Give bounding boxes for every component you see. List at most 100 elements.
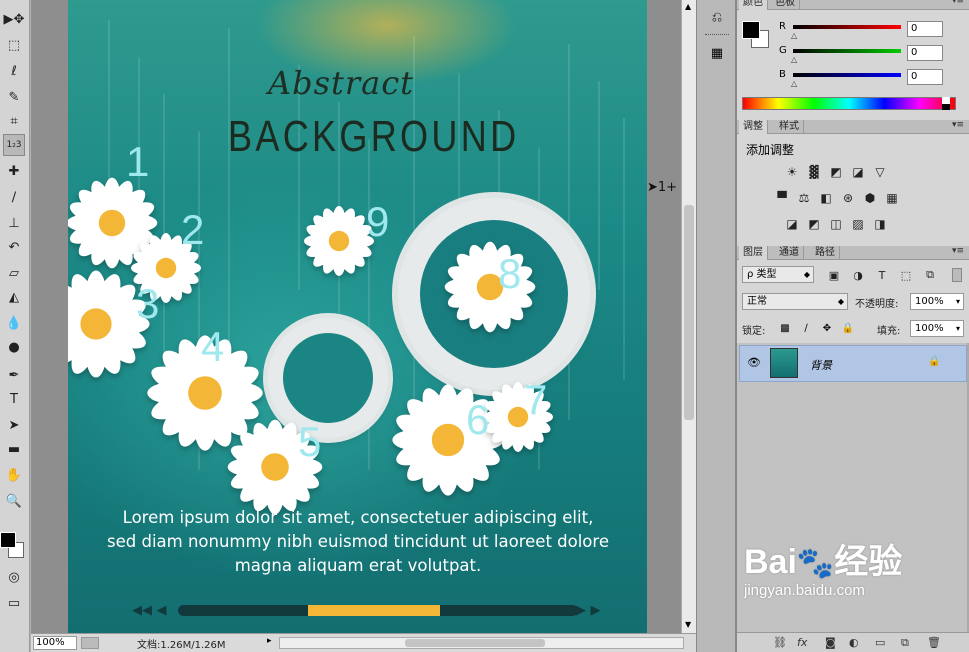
quick-select-tool-icon[interactable]: ✎ (3, 86, 25, 108)
count-marker[interactable]: 1 (126, 138, 149, 186)
layer-filter-select[interactable]: ρ 类型 ◆ (742, 266, 814, 283)
panel-menu-icon[interactable]: ▾≡ (952, 0, 964, 6)
green-slider[interactable]: G △ 0 (779, 45, 969, 65)
shape-tool-icon[interactable]: ▬ (3, 438, 25, 460)
blue-value-field[interactable]: 0 (907, 69, 943, 85)
count-tool-icon[interactable]: 1₂3 (3, 134, 25, 156)
brush-preset-icon[interactable]: ▦ (704, 40, 730, 66)
count-marker[interactable]: 2 (181, 206, 204, 254)
brush-tool-icon[interactable]: ∕ (3, 186, 25, 208)
document-canvas[interactable]: Abstract BACKGROUND 1234 5 67 8 9 Lorem ipsu… (68, 0, 647, 633)
bucket-tool-icon[interactable]: ◭ (3, 286, 25, 308)
filter-adjust-icon[interactable]: ◑ (849, 266, 867, 284)
status-preview-icon[interactable] (81, 637, 99, 649)
spectrum-black-chip[interactable] (942, 104, 950, 110)
selective-color-icon[interactable]: ◨ (871, 215, 889, 233)
zoom-tool-icon[interactable]: 🔍 (3, 490, 25, 512)
tab-color[interactable]: 颜色 (739, 0, 768, 10)
green-track[interactable] (793, 49, 901, 53)
foreground-color-swatch[interactable] (0, 532, 16, 548)
lock-position-icon[interactable]: ✥ (820, 321, 834, 335)
path-select-tool-icon[interactable]: ➤ (3, 414, 25, 436)
crop-tool-icon[interactable]: ⌗ (3, 110, 25, 132)
hsl-icon[interactable]: ▀ (773, 189, 791, 207)
lock-pixels-icon[interactable]: ∕ (799, 321, 813, 335)
vibrance-icon[interactable]: ▽ (871, 163, 889, 181)
color-lookup-icon[interactable]: ▦ (883, 189, 901, 207)
lock-all-icon[interactable]: 🔒 (841, 321, 855, 335)
color-fg-swatch[interactable] (742, 21, 760, 39)
layer-row-background[interactable]: 👁 背景 🔒 (739, 345, 967, 382)
blue-knob-icon[interactable]: △ (791, 79, 797, 88)
filter-type-icon[interactable]: T (873, 266, 891, 284)
filter-shape-icon[interactable]: ⬚ (897, 266, 915, 284)
scroll-down-icon[interactable]: ▼ (685, 620, 691, 629)
tab-layers[interactable]: 图层 (739, 246, 768, 260)
brightness-icon[interactable]: ☀ (783, 163, 801, 181)
trash-icon[interactable]: 🗑 (927, 636, 941, 649)
count-marker[interactable]: 4 (201, 323, 224, 371)
tab-styles[interactable]: 样式 (775, 120, 804, 134)
screen-mode-icon[interactable]: ▭ (3, 592, 25, 614)
filter-pixel-icon[interactable]: ▣ (825, 266, 843, 284)
green-value-field[interactable]: 0 (907, 45, 943, 61)
history-panel-icon[interactable]: ⎌ (704, 4, 730, 30)
red-track[interactable] (793, 25, 901, 29)
tab-adjustments[interactable]: 调整 (739, 120, 768, 134)
vertical-scroll-thumb[interactable] (684, 205, 694, 420)
count-marker[interactable]: 9 (366, 198, 389, 246)
red-value-field[interactable]: 0 (907, 21, 943, 37)
lock-transparent-icon[interactable]: ▩ (778, 321, 792, 335)
curves-icon[interactable]: ◩ (827, 163, 845, 181)
threshold-icon[interactable]: ◫ (827, 215, 845, 233)
link-icon[interactable]: ⛓ (773, 636, 787, 649)
healing-tool-icon[interactable]: ✚ (3, 160, 25, 182)
red-slider[interactable]: R △ 0 (779, 21, 969, 41)
layer-name[interactable]: 背景 (810, 357, 832, 373)
tab-swatches[interactable]: 色板 (771, 0, 800, 10)
tab-paths[interactable]: 路径 (811, 246, 840, 260)
lasso-tool-icon[interactable]: ℓ (3, 60, 25, 82)
horizontal-scroll-thumb[interactable] (405, 639, 545, 647)
zoom-field[interactable]: 100% (33, 636, 77, 650)
fill-field[interactable]: 100% ▾ (910, 320, 964, 337)
blue-slider[interactable]: B △ 0 (779, 69, 969, 89)
horizontal-scrollbar[interactable] (279, 637, 684, 649)
panel-menu-icon[interactable]: ▾≡ (952, 120, 964, 130)
scroll-up-icon[interactable]: ▲ (685, 2, 691, 11)
opacity-field[interactable]: 100% ▾ (910, 293, 964, 310)
eraser-tool-icon[interactable]: ▱ (3, 262, 25, 284)
count-marker[interactable]: 5 (298, 418, 321, 466)
gradient-map-icon[interactable]: ▨ (849, 215, 867, 233)
exposure-icon[interactable]: ◪ (849, 163, 867, 181)
filter-smart-icon[interactable]: ⧉ (921, 266, 939, 284)
blue-track[interactable] (793, 73, 901, 77)
mask-icon[interactable]: ◙ (825, 636, 836, 649)
invert-icon[interactable]: ◪ (783, 215, 801, 233)
count-marker[interactable]: 7 (524, 376, 547, 424)
count-marker[interactable]: 6 (466, 396, 489, 444)
type-tool-icon[interactable]: T (3, 388, 25, 410)
dodge-tool-icon[interactable]: ● (3, 336, 25, 358)
hand-tool-icon[interactable]: ✋ (3, 464, 25, 486)
tab-channels[interactable]: 通道 (775, 246, 804, 260)
black-white-icon[interactable]: ◧ (817, 189, 835, 207)
photo-filter-icon[interactable]: ⊛ (839, 189, 857, 207)
marquee-tool-icon[interactable]: ⬚ (3, 34, 25, 56)
group-icon[interactable]: ▭ (875, 636, 885, 649)
quick-mask-icon[interactable]: ◎ (3, 566, 25, 588)
history-brush-tool-icon[interactable]: ↶ (3, 236, 25, 258)
channel-mixer-icon[interactable]: ⬢ (861, 189, 879, 207)
count-marker[interactable]: 8 (498, 250, 521, 298)
panel-menu-icon[interactable]: ▾≡ (952, 246, 964, 256)
color-spectrum-bar[interactable] (742, 97, 956, 110)
pen-tool-icon[interactable]: ✒ (3, 364, 25, 386)
blend-mode-select[interactable]: 正常 ◆ (742, 293, 848, 310)
filter-toggle[interactable] (952, 268, 962, 282)
levels-icon[interactable]: ▓ (805, 163, 823, 181)
blur-tool-icon[interactable]: 💧 (3, 312, 25, 334)
green-knob-icon[interactable]: △ (791, 55, 797, 64)
eye-icon[interactable]: 👁 (747, 356, 761, 369)
layer-thumbnail[interactable] (770, 348, 798, 378)
vertical-scrollbar[interactable]: ▲ ▼ (681, 0, 696, 633)
